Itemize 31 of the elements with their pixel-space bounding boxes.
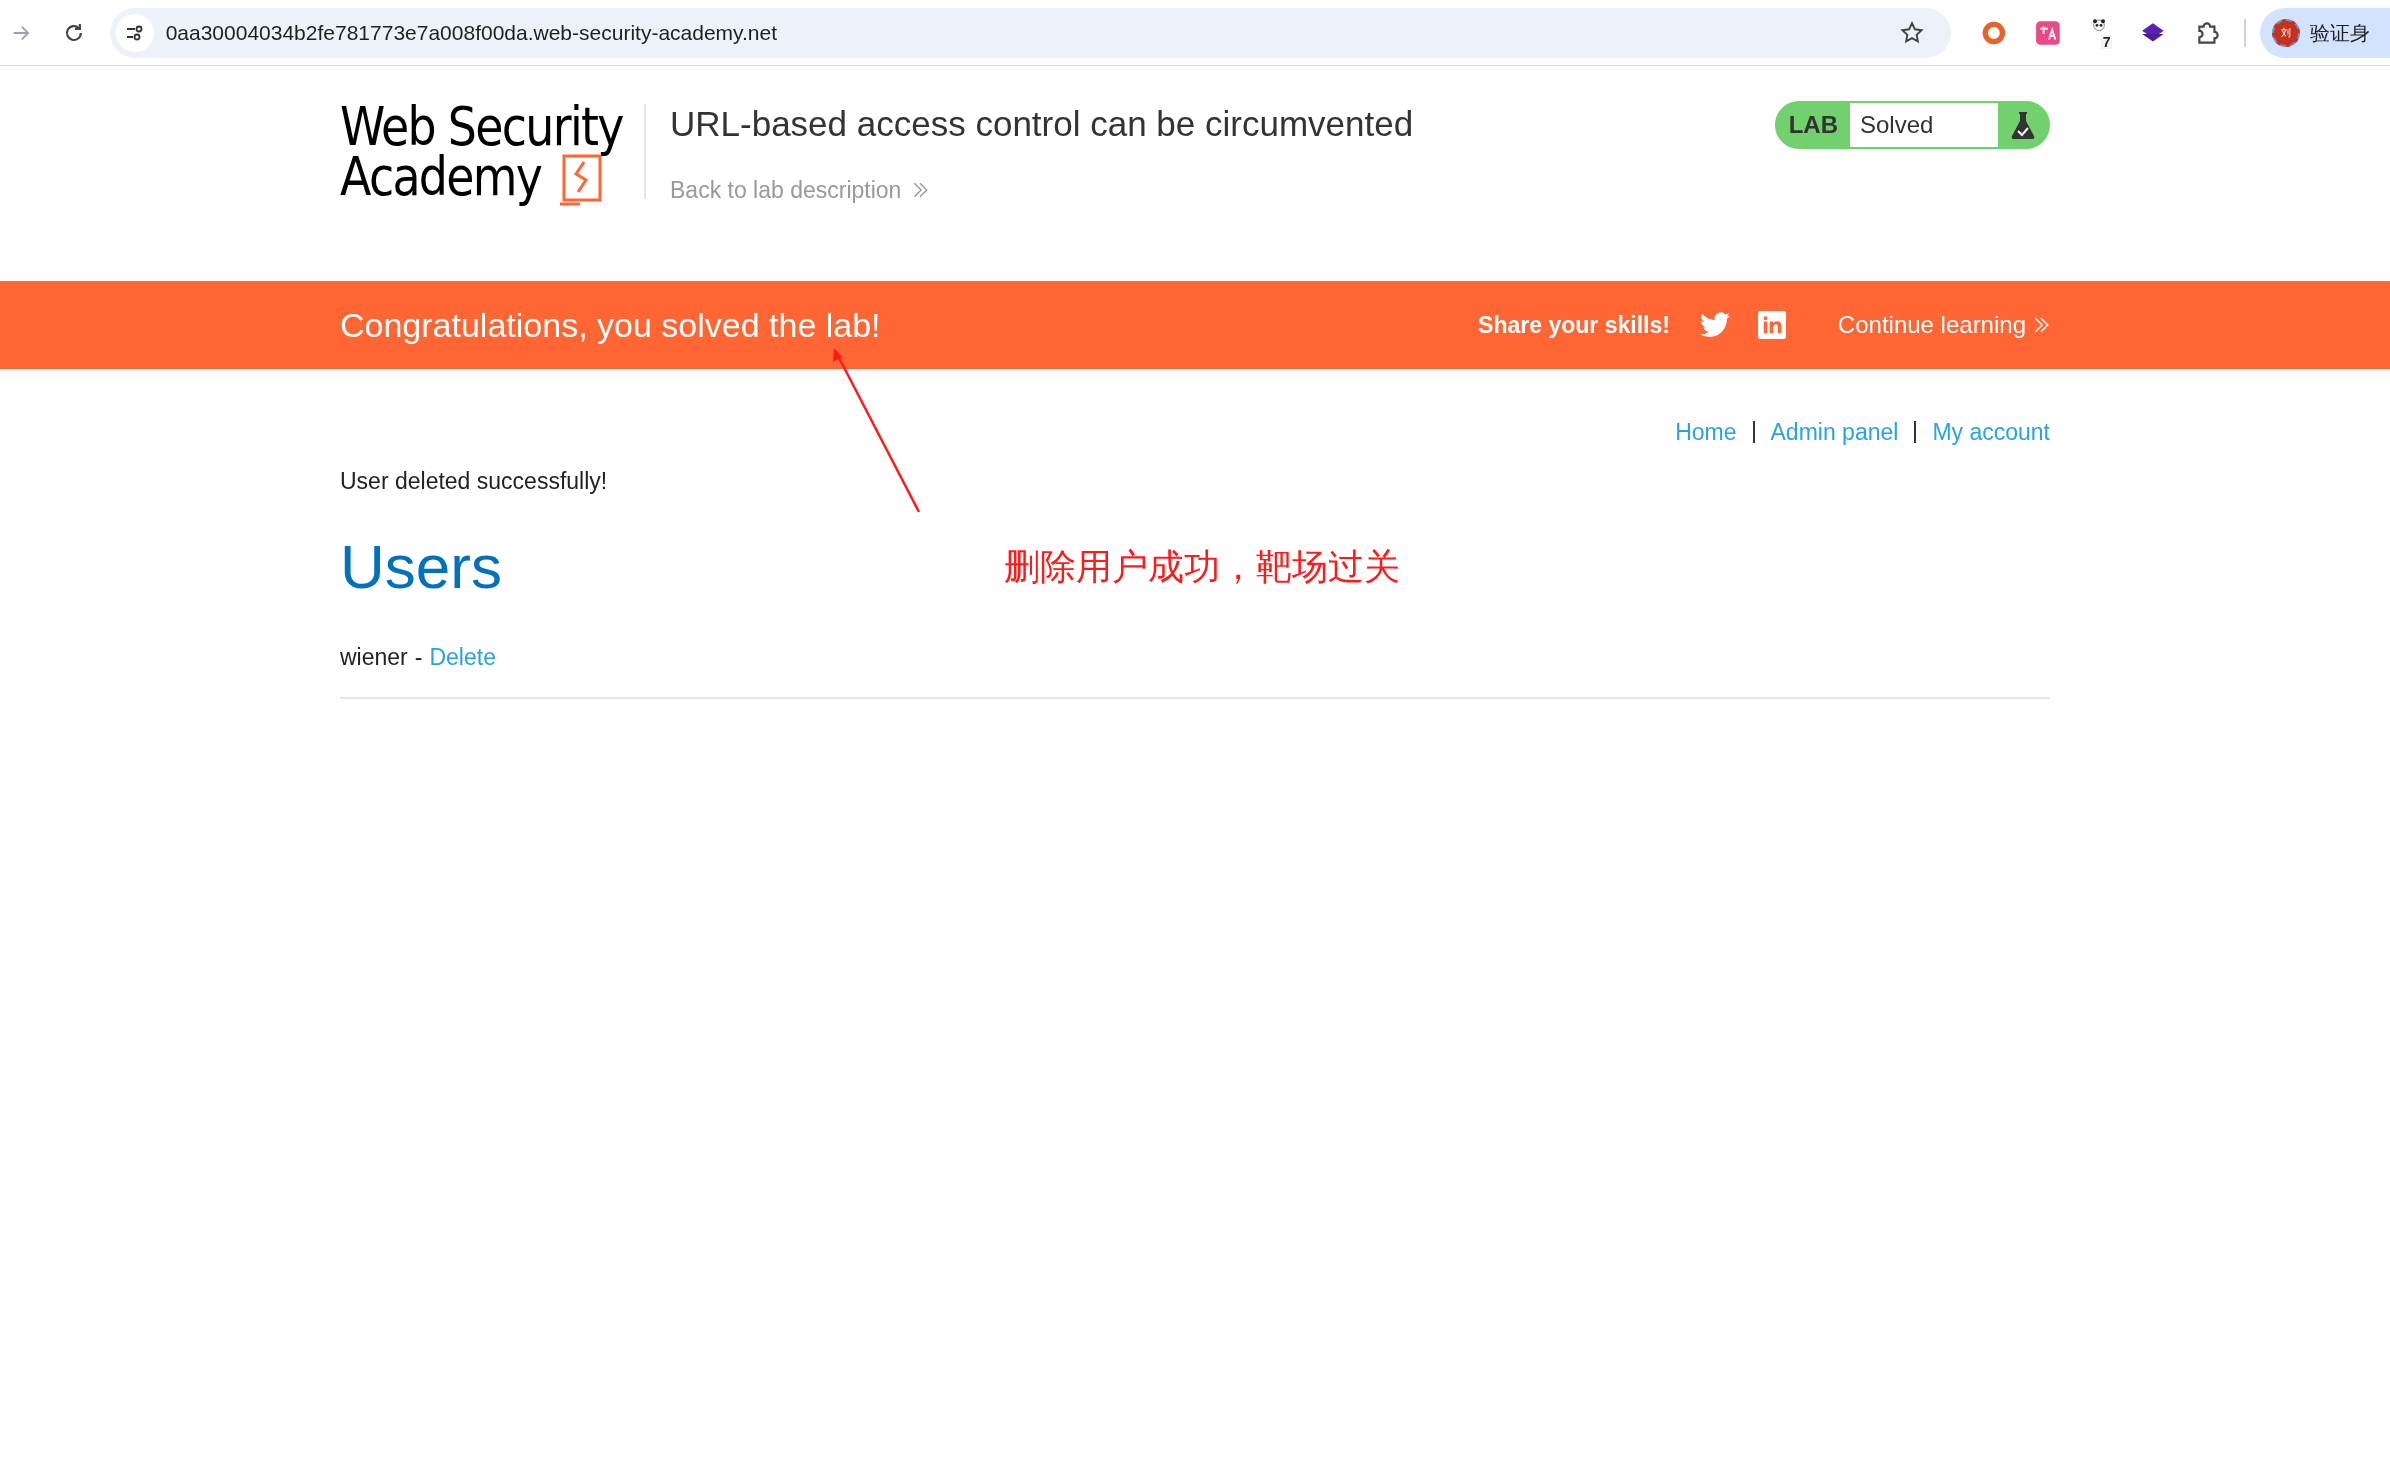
site-settings-icon[interactable]	[115, 13, 154, 52]
logo[interactable]: Web Security Academy	[340, 100, 640, 210]
address-bar[interactable]: 0aa30004034b2fe781773e7a008f00da.web-security-academy.net	[109, 7, 1952, 58]
continue-learning-link[interactable]: Continue learning	[1837, 307, 2050, 343]
lab-status: Solved	[1850, 103, 1998, 147]
separator: -	[414, 643, 423, 672]
flask-icon	[2010, 110, 2036, 140]
share-text: Share your skills!	[1478, 310, 1670, 340]
status-message: User deleted successfully!	[340, 466, 609, 496]
congratulations-text: Congratulations, you solved the lab!	[340, 304, 881, 346]
profile-button[interactable]: 刘 验证身	[2260, 7, 2390, 58]
double-chevron-icon	[911, 180, 930, 199]
nav-link[interactable]: Home	[1675, 415, 1737, 450]
star-icon[interactable]	[1899, 19, 1926, 46]
delete-link[interactable]: Delete	[429, 640, 496, 675]
twitter-icon[interactable]	[1699, 312, 1730, 338]
extension-badge: 7	[2100, 34, 2113, 49]
back-link[interactable]: Back to lab description	[670, 172, 1414, 207]
double-chevron-icon	[2032, 316, 2050, 334]
lab-label: LAB	[1787, 110, 1839, 140]
translate-icon[interactable]	[2034, 19, 2061, 46]
url-text: 0aa30004034b2fe781773e7a008f00da.web-security-academy.net	[165, 19, 778, 46]
nav-link[interactable]: My account	[1932, 415, 2050, 450]
avatar: 刘	[2272, 18, 2300, 47]
ring-icon[interactable]	[1981, 19, 2007, 46]
lab-title: URL-based access control can be circumvented	[670, 103, 1414, 145]
linkedin-icon[interactable]	[1757, 311, 1786, 339]
nav-link[interactable]: Admin panel	[1770, 415, 1899, 450]
annotation-text: 删除用户成功，靶场过关	[1004, 545, 1400, 589]
users-heading: Users	[340, 536, 502, 598]
username: wiener	[340, 643, 408, 672]
